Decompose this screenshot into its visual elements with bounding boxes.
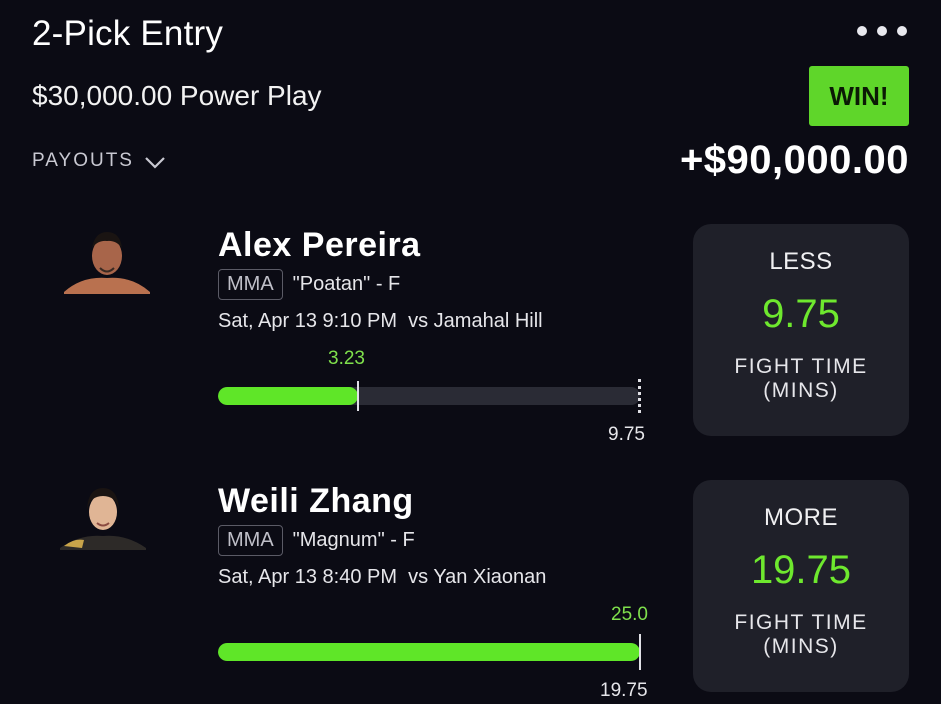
league-tag: MMA: [218, 525, 283, 556]
game-time: Sat, Apr 13 8:40 PM: [218, 566, 397, 588]
winnings-amount: +$90,000.00: [679, 138, 909, 182]
opponent: vs Jamahal Hill: [408, 310, 543, 332]
player-nickname: "Magnum" - F: [292, 529, 415, 551]
stat-type-line2: (MINS): [763, 635, 839, 658]
entry-subtitle: $30,000.00 Power Play: [32, 80, 322, 111]
player-name: Weili Zhang: [218, 482, 414, 520]
stat-type-line2: (MINS): [763, 379, 839, 402]
line-marker: [639, 634, 641, 670]
avatar: [64, 232, 150, 294]
pick-direction: LESS: [769, 248, 833, 275]
chevron-down-icon: [145, 157, 165, 169]
game-time: Sat, Apr 13 9:10 PM: [218, 310, 397, 332]
game-info: Sat, Apr 13 9:10 PM vs Jamahal Hill: [218, 310, 543, 333]
stat-type: FIGHT TIME (MINS): [693, 355, 909, 403]
pick-line: 19.75: [750, 548, 852, 592]
progress-bar: [218, 643, 640, 661]
ellipsis-icon[interactable]: [857, 26, 907, 36]
entry-title: 2-Pick Entry: [32, 14, 224, 53]
stat-type-line1: FIGHT TIME: [734, 355, 868, 378]
progress-fill: [218, 643, 640, 661]
line-value: 19.75: [600, 680, 648, 701]
avatar: [60, 488, 146, 550]
player-name: Alex Pereira: [218, 226, 421, 264]
pick-direction: MORE: [764, 504, 838, 531]
payouts-toggle[interactable]: PAYOUTS: [32, 150, 166, 172]
pick-line: 9.75: [762, 292, 840, 336]
payouts-label: PAYOUTS: [32, 150, 134, 171]
league-tag: MMA: [218, 269, 283, 300]
opponent: vs Yan Xiaonan: [408, 566, 547, 588]
stat-type: FIGHT TIME (MINS): [693, 611, 909, 659]
actual-value: 3.23: [328, 348, 365, 369]
pick-card[interactable]: MORE 19.75 FIGHT TIME (MINS): [693, 480, 909, 692]
line-marker: [638, 379, 641, 413]
progress-fill: [218, 387, 358, 405]
progress-bar: [218, 387, 640, 405]
game-info: Sat, Apr 13 8:40 PM vs Yan Xiaonan: [218, 566, 546, 589]
actual-value: 25.0: [611, 604, 648, 625]
win-badge: WIN!: [809, 66, 909, 126]
player-info-row: MMA "Poatan" - F: [218, 269, 400, 300]
line-value: 9.75: [608, 424, 645, 445]
actual-marker: [357, 381, 359, 411]
stat-type-line1: FIGHT TIME: [734, 611, 868, 634]
player-info-row: MMA "Magnum" - F: [218, 525, 415, 556]
player-nickname: "Poatan" - F: [292, 273, 401, 295]
pick-card[interactable]: LESS 9.75 FIGHT TIME (MINS): [693, 224, 909, 436]
